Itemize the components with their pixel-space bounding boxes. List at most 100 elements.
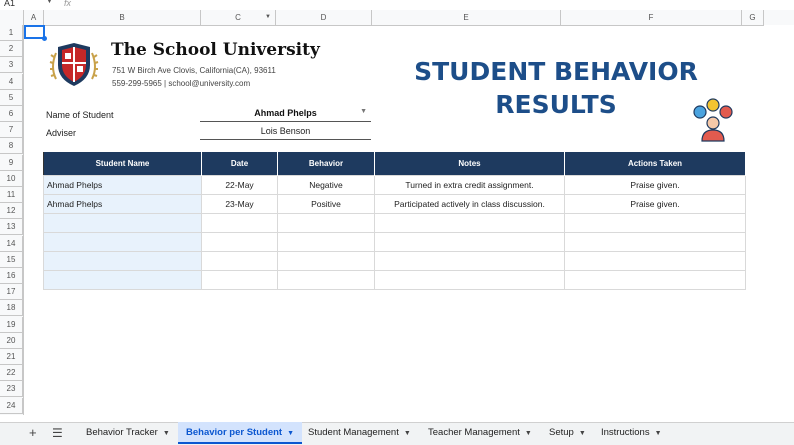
tab-label: Instructions xyxy=(601,427,650,438)
name-box[interactable]: A1 xyxy=(4,0,15,8)
tab-instructions[interactable]: Instructions ▼ xyxy=(601,422,662,444)
table-cell[interactable] xyxy=(201,232,278,252)
adviser-field[interactable]: Lois Benson xyxy=(200,125,371,140)
table-cell[interactable] xyxy=(201,213,278,233)
tab-label: Behavior per Student xyxy=(186,427,283,438)
table-cell[interactable] xyxy=(43,270,202,290)
tab-teacher-management[interactable]: Teacher Management ▼ xyxy=(428,422,532,444)
table-cell[interactable] xyxy=(201,270,278,290)
row-header[interactable]: 22 xyxy=(0,365,23,382)
all-sheets-menu-icon[interactable]: ☰ xyxy=(52,422,63,444)
table-cell[interactable] xyxy=(374,232,565,252)
table-cell[interactable] xyxy=(201,251,278,271)
chevron-down-icon[interactable]: ▼ xyxy=(404,430,411,437)
row-header[interactable]: 18 xyxy=(0,300,23,317)
tab-behavior-tracker[interactable]: Behavior Tracker ▼ xyxy=(86,422,170,444)
row-header[interactable]: 10 xyxy=(0,170,23,187)
table-cell[interactable]: Ahmad Phelps xyxy=(43,175,202,195)
row-header[interactable]: 2 xyxy=(0,41,23,58)
table-cell[interactable] xyxy=(564,270,746,290)
column-header-c[interactable]: C ▼ xyxy=(201,10,276,25)
tab-behavior-per-student[interactable]: Behavior per Student ▼ xyxy=(178,422,303,444)
column-c-label: C xyxy=(235,13,241,22)
table-header-row: Student Name Date Behavior Notes Actions… xyxy=(43,152,746,176)
table-cell[interactable] xyxy=(564,232,746,252)
table-row: Ahmad Phelps 23-May Positive Participated a… xyxy=(43,194,746,214)
adviser-value: Lois Benson xyxy=(260,126,311,136)
chevron-down-icon[interactable]: ▼ xyxy=(579,430,586,437)
chevron-down-icon[interactable]: ▼ xyxy=(655,430,662,437)
chevron-down-icon[interactable]: ▼ xyxy=(46,0,53,5)
table-cell[interactable] xyxy=(564,213,746,233)
row-header[interactable]: 12 xyxy=(0,203,23,220)
fill-handle[interactable] xyxy=(42,36,47,41)
filter-arrow-icon[interactable]: ▼ xyxy=(265,10,271,25)
row-header[interactable]: 24 xyxy=(0,397,23,414)
column-header-a[interactable]: A xyxy=(24,10,44,25)
table-cell[interactable]: Negative xyxy=(277,175,375,195)
table-cell[interactable] xyxy=(277,232,375,252)
row-header[interactable]: 11 xyxy=(0,187,23,203)
row-header[interactable]: 17 xyxy=(0,284,23,301)
table-cell[interactable] xyxy=(43,213,202,233)
chevron-down-icon[interactable]: ▼ xyxy=(163,430,170,437)
row-header[interactable]: 9 xyxy=(0,154,23,171)
tab-label: Setup xyxy=(549,427,574,438)
table-row xyxy=(43,251,746,271)
table-cell[interactable] xyxy=(374,251,565,271)
fx-icon: fx xyxy=(64,0,72,8)
table-cell[interactable]: 23-May xyxy=(201,194,278,214)
tab-setup[interactable]: Setup ▼ xyxy=(549,422,586,444)
row-header[interactable]: 6 xyxy=(0,106,23,122)
row-header[interactable]: 8 xyxy=(0,138,23,155)
table-cell[interactable]: 22-May xyxy=(201,175,278,195)
column-header-d[interactable]: D xyxy=(276,10,372,25)
table-cell[interactable] xyxy=(43,251,202,271)
student-dropdown[interactable]: Ahmad Phelps ▼ xyxy=(200,107,371,122)
table-cell[interactable]: Turned in extra credit assignment. xyxy=(374,175,565,195)
table-cell[interactable]: Praise given. xyxy=(564,175,746,195)
table-cell[interactable] xyxy=(277,213,375,233)
table-cell[interactable]: Participated actively in class discussio… xyxy=(374,194,565,214)
table-row xyxy=(43,213,746,233)
row-header[interactable]: 16 xyxy=(0,268,23,284)
tab-label: Student Management xyxy=(308,427,399,438)
table-cell[interactable] xyxy=(374,213,565,233)
behavior-table: Student Name Date Behavior Notes Actions… xyxy=(43,152,746,290)
row-header[interactable]: 15 xyxy=(0,251,23,268)
table-row: Ahmad Phelps 22-May Negative Turned in extr… xyxy=(43,175,746,195)
table-cell[interactable]: Ahmad Phelps xyxy=(43,194,202,214)
row-header[interactable]: 13 xyxy=(0,219,23,236)
row-header[interactable]: 4 xyxy=(0,73,23,90)
column-header-g[interactable]: G xyxy=(742,10,764,25)
select-all-corner[interactable] xyxy=(0,10,24,25)
row-header[interactable]: 20 xyxy=(0,332,23,349)
school-crest-logo xyxy=(48,39,100,91)
page-title-line1: STUDENT BEHAVIOR xyxy=(414,57,698,86)
sheet-margin xyxy=(764,25,794,415)
table-cell[interactable] xyxy=(277,251,375,271)
table-cell[interactable]: Positive xyxy=(277,194,375,214)
chevron-down-icon[interactable]: ▼ xyxy=(287,430,294,437)
table-cell[interactable] xyxy=(43,232,202,252)
table-cell[interactable] xyxy=(374,270,565,290)
row-header[interactable]: 23 xyxy=(0,381,23,398)
row-header[interactable]: 3 xyxy=(0,57,23,74)
tab-student-management[interactable]: Student Management ▼ xyxy=(308,422,411,444)
row-header[interactable]: 14 xyxy=(0,235,23,252)
add-sheet-icon[interactable]: + xyxy=(29,422,37,444)
row-header[interactable]: 7 xyxy=(0,122,23,139)
table-cell[interactable]: Praise given. xyxy=(564,194,746,214)
chevron-down-icon[interactable]: ▼ xyxy=(525,430,532,437)
row-header[interactable]: 19 xyxy=(0,316,23,333)
row-header[interactable]: 5 xyxy=(0,89,23,106)
table-cell[interactable] xyxy=(277,270,375,290)
column-header-b[interactable]: B xyxy=(44,10,201,25)
row-header[interactable]: 21 xyxy=(0,349,23,365)
chevron-down-icon[interactable]: ▼ xyxy=(360,108,367,115)
row-header[interactable]: 1 xyxy=(0,25,23,41)
column-header-e[interactable]: E xyxy=(372,10,561,25)
column-header-f[interactable]: F xyxy=(561,10,742,25)
table-cell[interactable] xyxy=(564,251,746,271)
tab-label: Teacher Management xyxy=(428,427,520,438)
